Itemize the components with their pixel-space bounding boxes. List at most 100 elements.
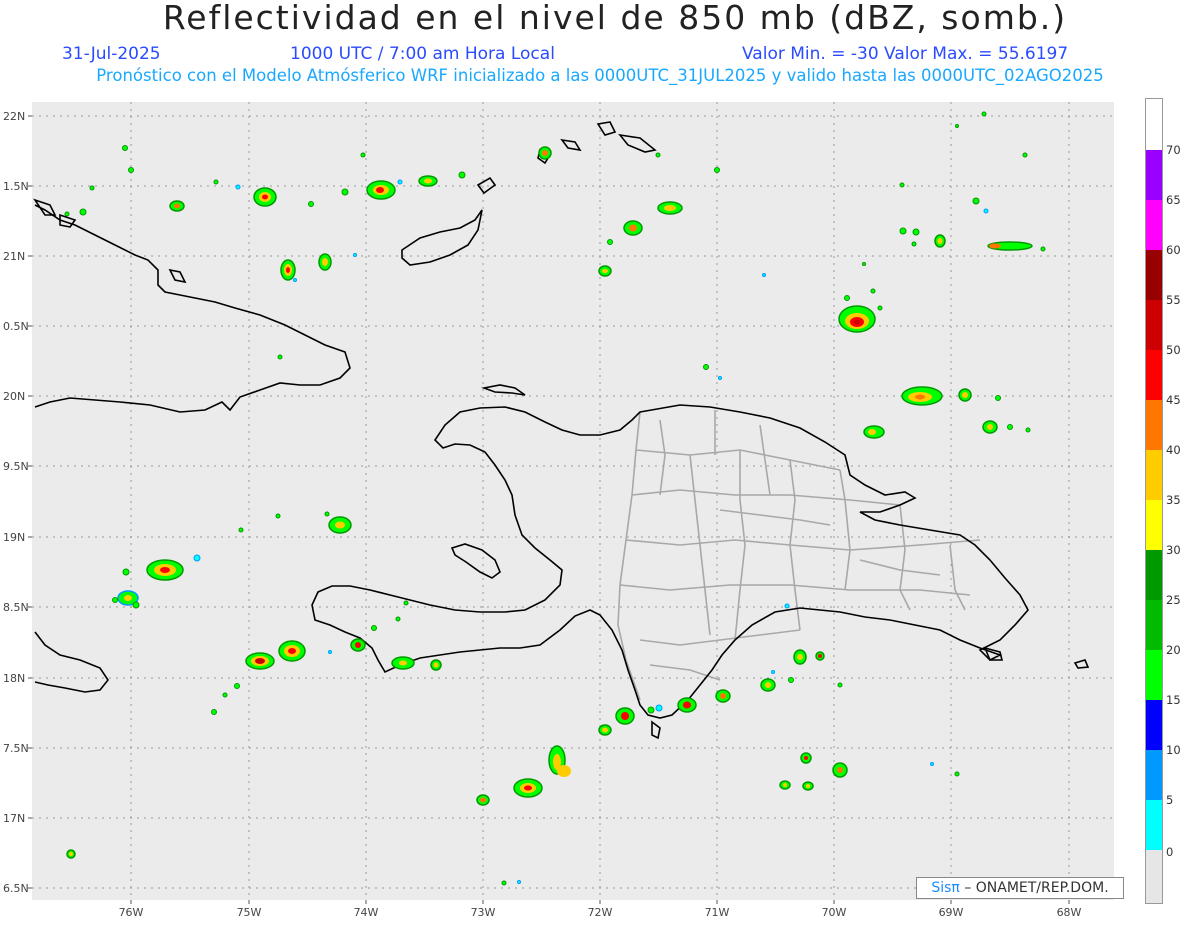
colorbar-swatch — [1145, 150, 1163, 200]
echo-speck — [870, 288, 876, 294]
echo-cell — [760, 678, 776, 692]
echo-speck — [1025, 427, 1031, 433]
colorbar-swatch — [1145, 700, 1163, 750]
echo-speck-low — [784, 603, 790, 609]
echo-cell — [253, 187, 277, 207]
echo-cell — [800, 752, 812, 764]
echo-cell — [838, 305, 876, 333]
colorbar-label: 40 — [1166, 443, 1181, 457]
echo-speck-low — [353, 253, 357, 257]
colorbar-label: 55 — [1166, 293, 1181, 307]
map-background — [32, 102, 1114, 900]
echo-speck — [1007, 424, 1013, 430]
echo-speck — [277, 354, 283, 360]
colorbar-label: 65 — [1166, 193, 1181, 207]
colorbar-label: 0 — [1166, 845, 1174, 859]
echo-speck — [213, 179, 219, 185]
echo-speck — [501, 880, 507, 886]
echo-speck — [607, 239, 613, 245]
colorbar-label: 50 — [1166, 343, 1181, 357]
colorbar-swatch — [1145, 500, 1163, 550]
echo-cell — [982, 420, 998, 434]
echo-cell — [328, 516, 352, 534]
echo-speck — [655, 152, 661, 158]
colorbar-swatch — [1145, 750, 1163, 800]
colorbar-label: 35 — [1166, 493, 1181, 507]
echo-speck-low — [293, 278, 297, 282]
lat-label: 18N — [3, 672, 26, 685]
colorbar-swatch — [1145, 850, 1163, 904]
colorbar-label: 70 — [1166, 143, 1181, 157]
colorbar-swatch — [1145, 250, 1163, 300]
echo-speck-low — [328, 650, 332, 654]
echo-cell — [958, 388, 972, 402]
colorbar-label: 25 — [1166, 593, 1181, 607]
echo-cell — [832, 762, 848, 778]
echo-speck — [899, 182, 905, 188]
lat-label: 8.5N — [3, 601, 29, 614]
echo-cell — [430, 659, 442, 671]
sispi-logo: Sisπ — [931, 880, 960, 896]
colorbar-frame — [1145, 98, 1163, 151]
echo-speck — [238, 527, 244, 533]
colorbar-swatch — [1145, 300, 1163, 350]
echo-cell — [245, 652, 275, 670]
echo-speck — [954, 771, 960, 777]
lat-label: 9.5N — [3, 460, 29, 473]
echo-speck — [1022, 152, 1028, 158]
echo-speck — [112, 597, 118, 603]
lat-label: 7.5N — [3, 742, 29, 755]
echo-speck — [341, 188, 349, 196]
colorbar-label: 60 — [1166, 243, 1181, 257]
echo-cell — [169, 200, 185, 212]
echo-speck — [122, 568, 130, 576]
echo-cell — [418, 175, 438, 187]
echo-cell — [66, 849, 76, 859]
echo-speck — [955, 124, 959, 128]
echo-cell — [657, 201, 683, 215]
colorbar-swatch — [1145, 800, 1163, 850]
echo-cell — [615, 707, 635, 725]
echo-speck — [132, 601, 140, 609]
echo-speck — [972, 197, 980, 205]
echo-speck-low — [983, 208, 989, 214]
echo-cell — [350, 638, 366, 652]
lon-label: 68W — [1056, 906, 1082, 919]
echo-speck — [64, 211, 70, 217]
echo-speck — [308, 201, 314, 207]
echo-speck-low — [235, 184, 241, 190]
echo-cell — [677, 697, 697, 713]
echo-speck — [981, 111, 987, 117]
echo-speck-low — [930, 762, 934, 766]
credit-box: Sisπ – ONAMET/REP.DOM. — [916, 877, 1124, 899]
colorbar-swatch — [1145, 600, 1163, 650]
echo-cell — [278, 640, 306, 662]
colorbar-label: 10 — [1166, 743, 1181, 757]
echo-cell — [802, 781, 814, 791]
colorbar-label: 45 — [1166, 393, 1181, 407]
echo-cell — [793, 649, 807, 665]
echo-cell — [715, 689, 731, 703]
colorbar-label: 15 — [1166, 693, 1181, 707]
map-panel — [28, 102, 1114, 904]
echo-speck — [899, 227, 907, 235]
echo-cell — [366, 180, 396, 200]
echo-speck — [703, 364, 709, 370]
echo-speck — [222, 692, 228, 698]
echo-speck — [995, 395, 1001, 401]
credit-org: – ONAMET/REP.DOM. — [964, 880, 1109, 896]
echo-speck-low — [771, 670, 775, 674]
colorbar-swatch — [1145, 650, 1163, 700]
echo-cell — [987, 241, 1033, 251]
colorbar-swatch — [1145, 400, 1163, 450]
echo-cell — [901, 386, 943, 406]
echo-speck — [211, 709, 217, 715]
echo-cell — [557, 765, 571, 777]
echo-speck — [877, 305, 883, 311]
lat-label: 22N — [3, 110, 26, 123]
echo-speck-low — [718, 376, 722, 380]
echo-speck-low — [397, 179, 403, 185]
echo-speck — [395, 616, 401, 622]
echo-speck — [122, 145, 128, 151]
echo-speck — [275, 513, 281, 519]
